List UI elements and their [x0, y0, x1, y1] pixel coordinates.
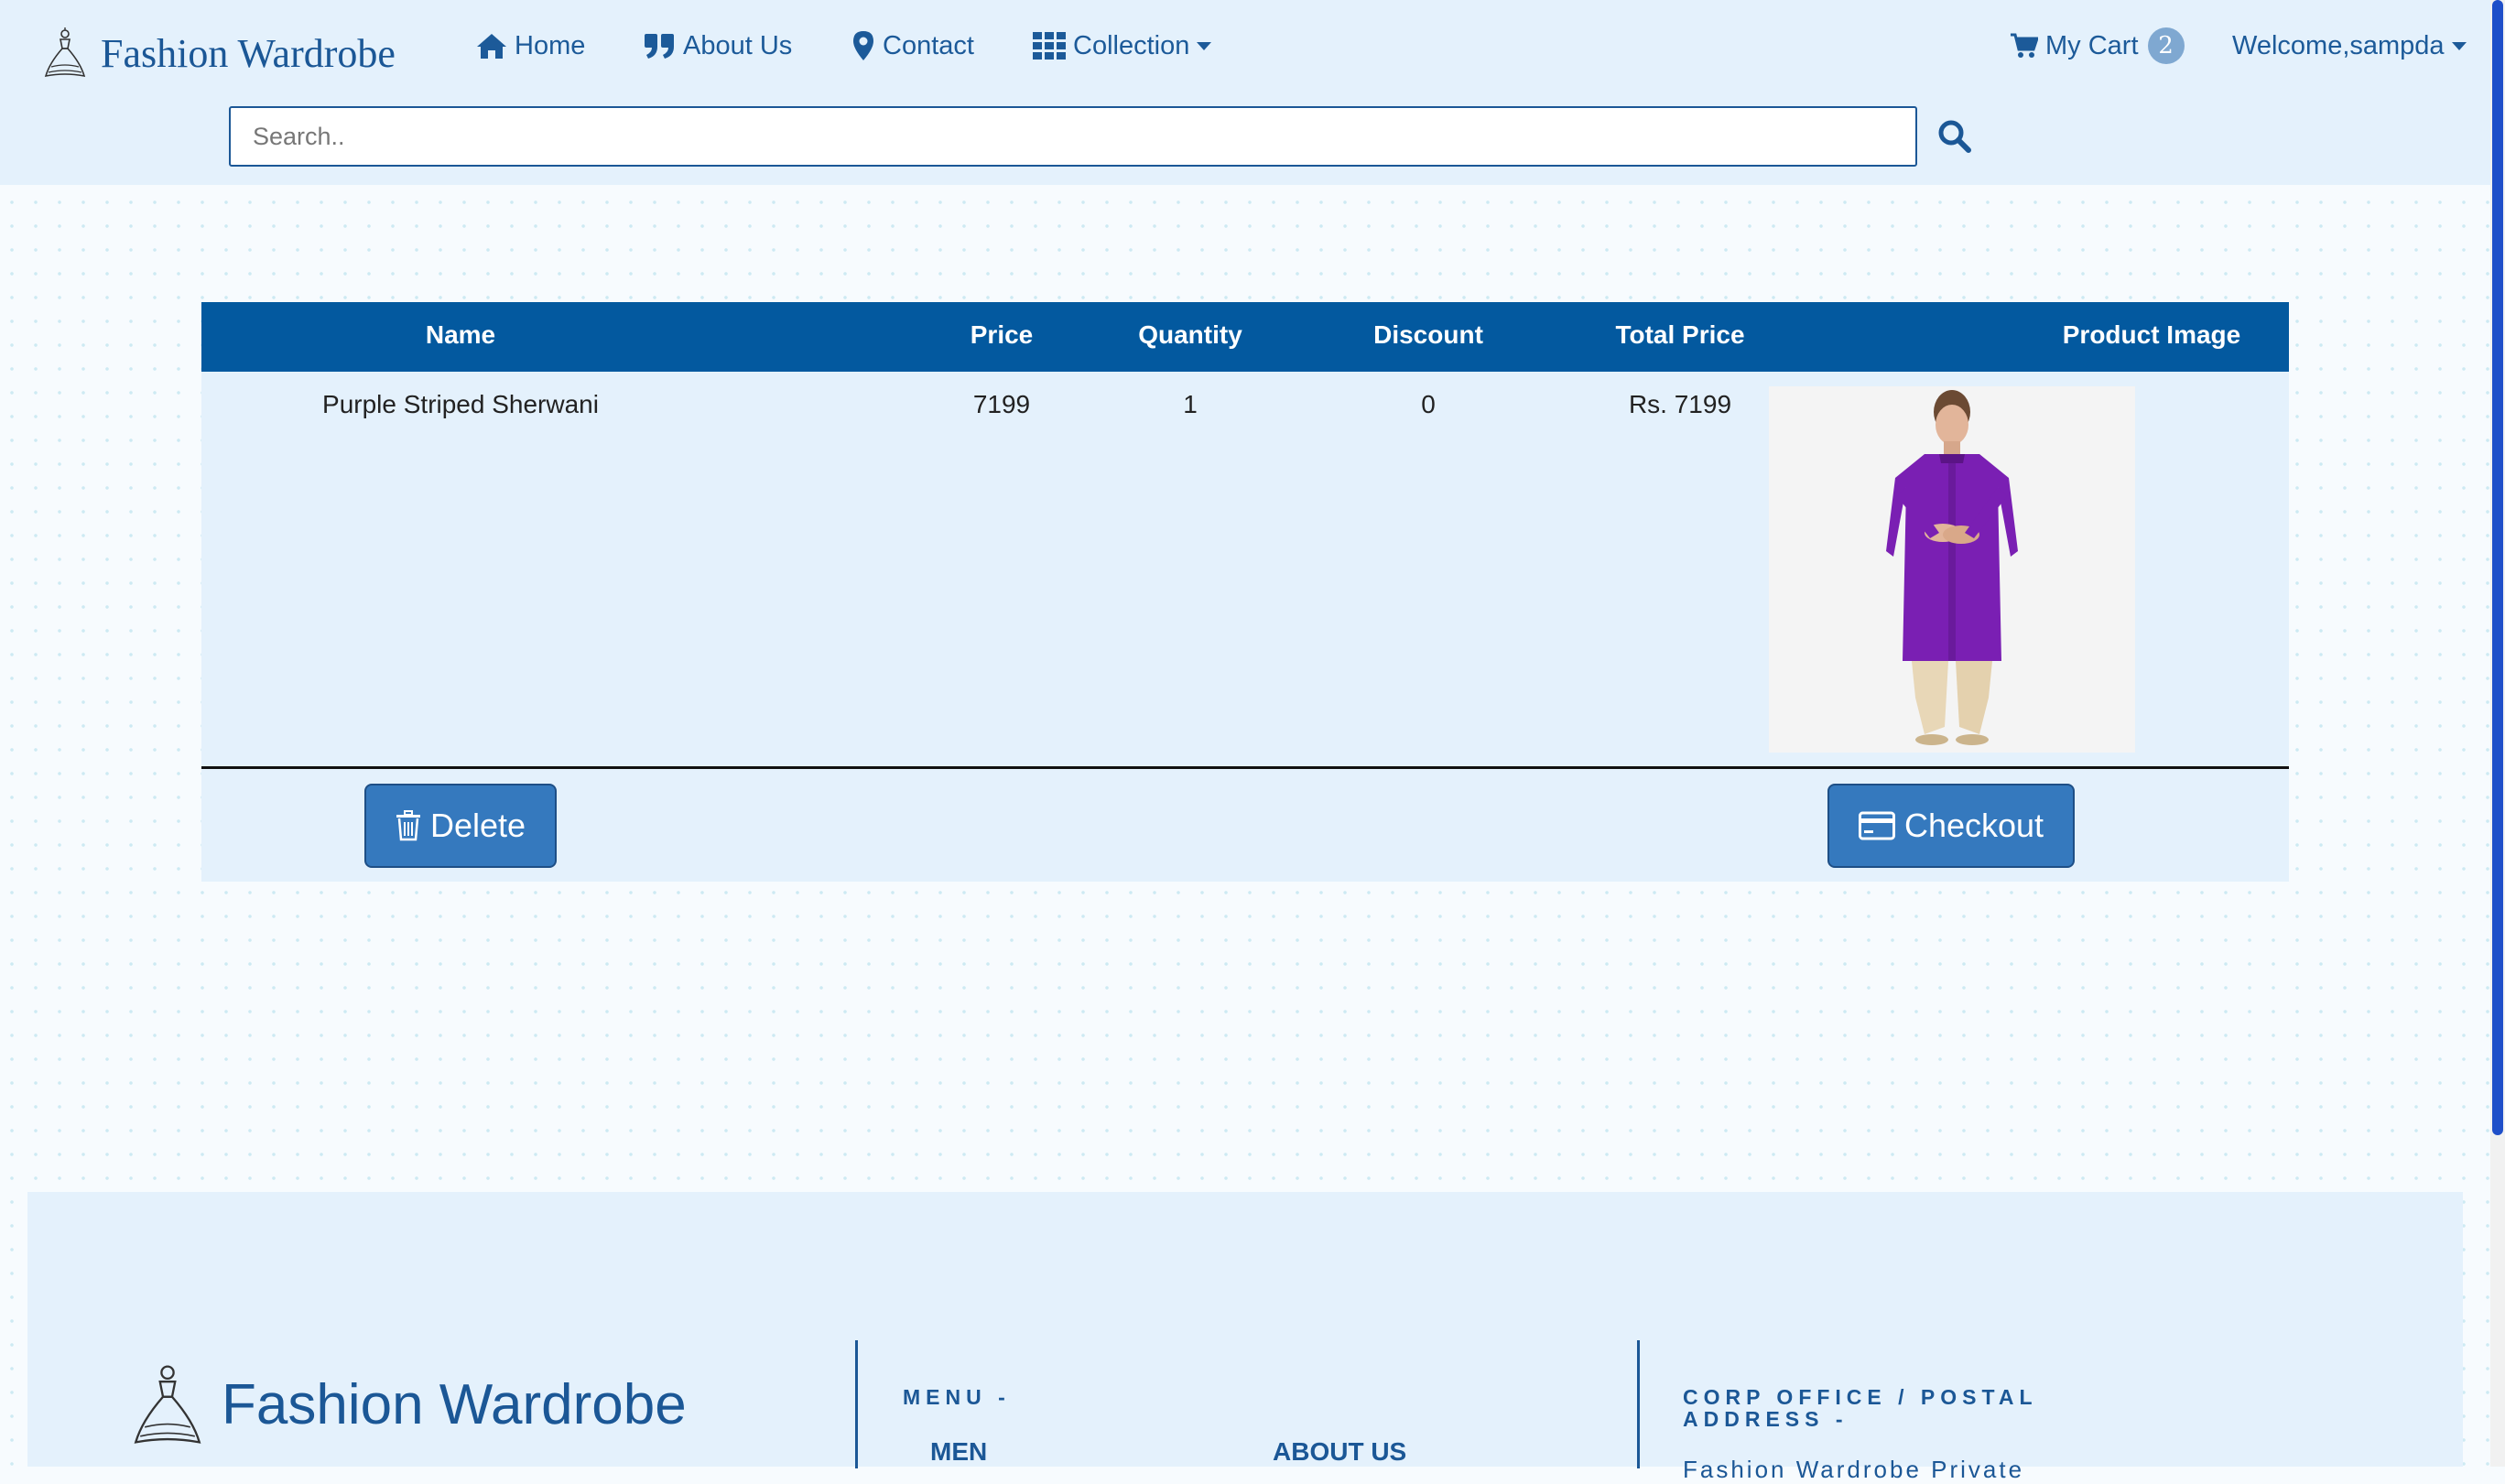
footer-brand: Fashion Wardrobe [126, 1360, 687, 1448]
scrollbar[interactable] [2490, 0, 2505, 1467]
row-divider [201, 766, 2289, 769]
nav-home[interactable]: Home [476, 22, 585, 70]
checkout-label: Checkout [1903, 807, 2044, 844]
nav-my-cart[interactable]: My Cart 2 [2011, 22, 2185, 70]
site-footer: Fashion Wardrobe MENU - MEN ABOUT US COR… [27, 1192, 2463, 1483]
home-icon [477, 34, 506, 59]
nav-home-label: Home [515, 30, 586, 60]
nav-contact[interactable]: Contact [851, 22, 974, 70]
column-header-discount: Discount [1373, 320, 1483, 349]
cell-product-name: Purple Striped Sherwani [322, 390, 599, 418]
trash-icon [396, 810, 420, 841]
search-button[interactable] [1932, 114, 1978, 159]
cell-discount: 0 [1421, 390, 1436, 418]
footer-link-about-us[interactable]: ABOUT US [1273, 1437, 1406, 1467]
map-marker-icon [853, 31, 873, 60]
cart-table: Name Price Quantity Discount Total Price… [201, 302, 2289, 882]
footer-divider [1637, 1340, 1640, 1468]
column-header-product-image: Product Image [2062, 320, 2241, 349]
checkout-button[interactable]: Checkout [1827, 784, 2075, 868]
quote-icon [645, 34, 674, 59]
chevron-down-icon [2451, 41, 2467, 50]
footer-address: Fashion Wardrobe Private [1683, 1456, 2025, 1483]
cart-count-badge: 2 [2147, 27, 2185, 64]
grid-icon [1033, 32, 1066, 60]
site-header: Fashion Wardrobe Home About Us Contact C… [0, 0, 2490, 185]
nav-about-us[interactable]: About Us [643, 22, 792, 70]
chevron-down-icon [1197, 41, 1212, 50]
delete-button[interactable]: Delete [364, 784, 557, 868]
user-welcome-label: Welcome,sampda [2232, 30, 2445, 60]
delete-label: Delete [429, 807, 526, 844]
search-icon [1938, 120, 1971, 153]
nav-collection-label: Collection [1073, 30, 1190, 60]
brand-link[interactable]: Fashion Wardrobe [40, 26, 396, 81]
footer-divider [855, 1340, 858, 1468]
nav-about-label: About Us [683, 30, 793, 60]
cart-table-header: Name Price Quantity Discount Total Price… [201, 302, 2289, 372]
search-input[interactable] [229, 106, 1917, 167]
column-header-name: Name [425, 320, 496, 349]
cell-quantity: 1 [1183, 390, 1198, 418]
brand-name: Fashion Wardrobe [101, 30, 396, 76]
user-menu-dropdown[interactable]: Welcome,sampda [2232, 22, 2467, 70]
footer-menu-heading: MENU - [903, 1385, 1011, 1409]
nav-collection-dropdown[interactable]: Collection [1033, 22, 1212, 70]
nav-contact-label: Contact [883, 30, 974, 60]
nav-cart-label: My Cart [2045, 30, 2139, 60]
column-header-quantity: Quantity [1138, 320, 1242, 349]
scrollbar-thumb[interactable] [2492, 0, 2503, 1135]
footer-office-heading: CORP OFFICE / POSTAL ADDRESS - [1683, 1385, 2038, 1431]
product-image [1769, 386, 2135, 753]
dress-logo-icon [134, 1365, 201, 1444]
credit-card-icon [1858, 811, 1895, 840]
dress-logo-icon [44, 27, 86, 78]
footer-brand-name: Fashion Wardrobe [222, 1372, 687, 1436]
shopping-cart-icon [2011, 33, 2038, 58]
footer-link-men[interactable]: MEN [930, 1437, 987, 1467]
